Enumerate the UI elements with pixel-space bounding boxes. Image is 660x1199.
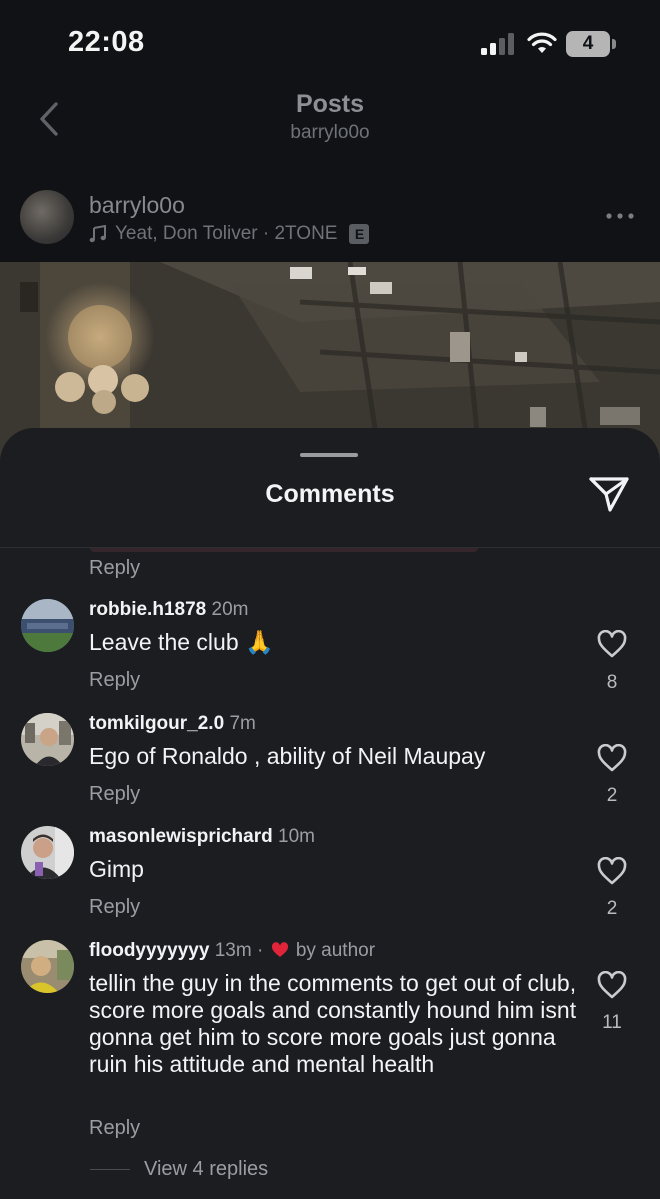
comment-time: 7m	[229, 713, 256, 734]
status-time: 22:08	[68, 26, 145, 58]
avatar[interactable]	[21, 940, 74, 993]
reply-button[interactable]: Reply	[89, 1117, 140, 1140]
comment-text: Gimp	[89, 856, 144, 882]
like-count: 2	[606, 898, 618, 919]
share-icon[interactable]	[588, 474, 630, 514]
person-avatar-graphic	[21, 826, 74, 879]
heart-icon[interactable]	[597, 971, 627, 999]
post-avatar[interactable]	[20, 190, 74, 244]
more-dots-icon[interactable]	[604, 210, 636, 222]
post-username[interactable]: barrylo0o	[89, 192, 185, 219]
comment-meta: floodyyyyyyy 13m · by author	[89, 940, 375, 962]
post-header: barrylo0o Yeat, Don Toliver · 2TONE E	[0, 172, 660, 262]
comment-time: 13m	[214, 940, 252, 961]
reply-button[interactable]: Reply	[89, 896, 140, 919]
signal-icon	[481, 33, 514, 55]
comment-meta: masonlewisprichard 10m	[89, 826, 315, 848]
battery-indicator: 4	[566, 31, 616, 57]
like-count: 11	[602, 1012, 622, 1033]
comments-sheet: Comments Reply robbie.h1878 20m Leave th…	[0, 428, 660, 1199]
battery-level: 4	[582, 33, 594, 54]
music-label: Yeat, Don Toliver · 2TONE	[115, 223, 338, 244]
comment-meta: tomkilgour_2.0 7m	[89, 713, 256, 735]
like-count: 2	[606, 785, 618, 806]
avatar[interactable]	[21, 713, 74, 766]
reply-button[interactable]: Reply	[89, 669, 140, 692]
reply-button[interactable]: Reply	[89, 783, 140, 806]
page-subtitle: barrylo0o	[290, 122, 370, 143]
avatar[interactable]	[21, 599, 74, 652]
explicit-badge: E	[349, 224, 370, 244]
comment-text: Ego of Ronaldo , ability of Neil Maupay	[89, 743, 486, 769]
comment-username[interactable]: tomkilgour_2.0	[89, 713, 224, 734]
comment-time: 10m	[278, 826, 315, 847]
author-like-label: by author	[295, 940, 376, 961]
previous-comment-edge	[90, 548, 478, 552]
heart-filled-icon	[271, 942, 288, 957]
reply-button[interactable]: Reply	[89, 557, 140, 580]
view-replies-button[interactable]: View 4 replies	[90, 1158, 268, 1181]
comment-text: Leave the club 🙏	[89, 629, 274, 655]
sheet-title: Comments	[265, 480, 395, 508]
comment-meta: robbie.h1878 20m	[89, 599, 248, 621]
person-avatar-graphic	[21, 940, 74, 993]
view-replies-label: View 4 replies	[144, 1158, 269, 1180]
person-avatar-graphic	[21, 713, 74, 766]
sheet-grabber[interactable]	[300, 453, 358, 457]
comment-username[interactable]: floodyyyyyyy	[89, 940, 209, 961]
heart-icon[interactable]	[597, 630, 627, 658]
heart-icon[interactable]	[597, 857, 627, 885]
thread-line	[90, 1169, 130, 1170]
comment-username[interactable]: masonlewisprichard	[89, 826, 273, 847]
post-music[interactable]: Yeat, Don Toliver · 2TONE E	[89, 223, 370, 245]
meta-separator: ·	[256, 940, 264, 961]
comment-time: 20m	[211, 599, 249, 620]
avatar[interactable]	[21, 826, 74, 879]
comment-username[interactable]: robbie.h1878	[89, 599, 206, 620]
nav-bar: Posts barrylo0o	[0, 88, 660, 172]
page-title: Posts	[295, 90, 365, 118]
like-count: 8	[606, 672, 618, 693]
wifi-icon	[527, 32, 557, 53]
stadium-avatar-graphic	[21, 599, 74, 652]
battery-tip	[612, 39, 616, 49]
comment-text: tellin the guy in the comments to get ou…	[89, 970, 577, 1077]
heart-icon[interactable]	[597, 744, 627, 772]
status-bar: 22:08 4	[0, 0, 660, 88]
music-note-icon	[89, 225, 106, 243]
